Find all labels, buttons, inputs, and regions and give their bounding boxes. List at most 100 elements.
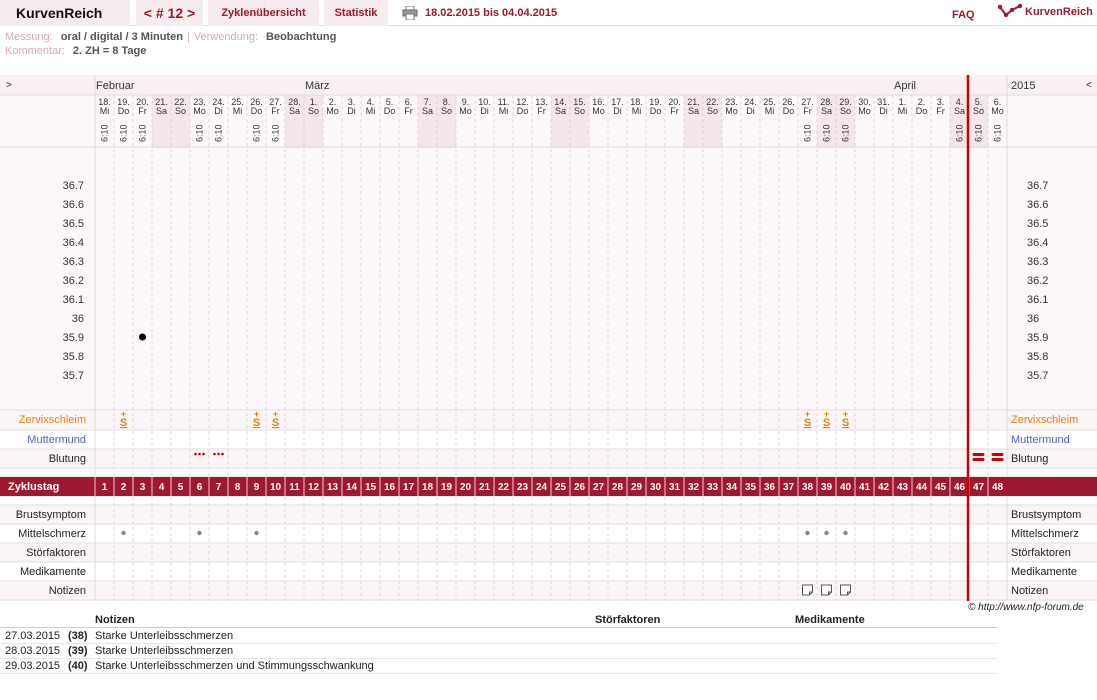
weekday-label: Mi — [632, 106, 642, 116]
weekday-label: Mo — [459, 106, 472, 116]
bleeding-heavy-bar[interactable] — [972, 458, 985, 461]
temperature-point[interactable] — [139, 333, 146, 341]
note-cycle-day: (38) — [68, 630, 88, 642]
note-text: Starke Unterleibsschmerzen und Stimmungs… — [95, 660, 374, 672]
cervix-symbol[interactable]: S — [842, 417, 849, 429]
bleeding-light-dot[interactable] — [202, 452, 205, 456]
note-icon[interactable] — [802, 584, 813, 596]
weekday-label: Sa — [954, 106, 965, 116]
row-band — [0, 581, 1097, 600]
cycle-day-number: 7 — [216, 482, 222, 493]
weekday-label: Mo — [592, 106, 605, 116]
notes-header: Notizen — [95, 614, 135, 626]
printer-icon[interactable] — [402, 6, 418, 20]
cycle-day-number: 29 — [631, 482, 643, 493]
note-text: Starke Unterleibsschmerzen — [95, 645, 234, 657]
cycle-nav-button[interactable]: < # 12 > — [136, 0, 203, 26]
temp-tick-left: 35.7 — [63, 370, 84, 382]
breast-symptom-label-right: Brustsymptom — [1011, 509, 1081, 521]
mittelschmerz-dot[interactable] — [843, 530, 848, 536]
bleeding-heavy-bar[interactable] — [991, 458, 1004, 461]
temp-tick-right: 36.2 — [1027, 275, 1048, 287]
note-icon[interactable] — [840, 584, 851, 596]
note-text: Starke Unterleibsschmerzen — [95, 630, 234, 642]
note-icon[interactable] — [821, 584, 832, 596]
cycle-day-label: Zyklustag — [8, 481, 59, 493]
weekday-label: So — [707, 106, 718, 116]
weekday-label: Do — [118, 106, 130, 116]
bleeding-light-dot[interactable] — [221, 452, 224, 456]
weekday-label: Mo — [858, 106, 871, 116]
weekday-label: Fr — [404, 106, 413, 116]
weekday-label: Sa — [555, 106, 566, 116]
weekday-label: Di — [214, 106, 223, 116]
cervix-label-right: Zervixschleim — [1011, 414, 1078, 426]
cycle-day-number: 35 — [745, 482, 757, 493]
copyright[interactable]: © http://www.nfp-forum.de — [968, 602, 1084, 613]
mittelschmerz-dot[interactable] — [197, 530, 202, 536]
temp-tick-right: 36.7 — [1027, 180, 1048, 192]
disturbances-header: Störfaktoren — [595, 614, 661, 626]
brand-title[interactable]: KurvenReich — [0, 0, 130, 26]
cycle-day-number: 20 — [460, 482, 472, 493]
cycle-day-number: 45 — [935, 482, 947, 493]
measure-time: 6:10 — [252, 124, 262, 142]
mittelschmerz-dot[interactable] — [121, 530, 126, 536]
note-date: 28.03.2015 — [5, 645, 61, 657]
cervix-symbol[interactable]: S — [823, 417, 830, 429]
cervix-symbol[interactable]: S — [804, 417, 811, 429]
note-date: 27.03.2015 — [5, 630, 61, 642]
cycle-overview-tab[interactable]: Zyklenübersicht — [208, 0, 319, 26]
medication-header: Medikamente — [795, 614, 865, 626]
cycle-day-number: 48 — [992, 482, 1004, 493]
mittelschmerz-dot[interactable] — [824, 530, 829, 536]
statistics-tab[interactable]: Statistik — [324, 0, 388, 26]
cycle-day-number: 6 — [197, 482, 203, 493]
weekday-label: Fr — [670, 106, 679, 116]
temp-tick-left: 36.3 — [63, 256, 84, 268]
cycle-day-number: 32 — [688, 482, 700, 493]
cervix-symbol[interactable]: S — [272, 417, 279, 429]
measure-time: 6:10 — [271, 124, 281, 142]
weekday-label: Fr — [138, 106, 147, 116]
cervix-position-label-right: Muttermund — [1011, 434, 1070, 446]
usage-value: Beobachtung — [266, 31, 337, 43]
row-band — [0, 449, 1097, 468]
measurement-line: Messung: oral / digital / 3 Minuten | Verwe… — [5, 31, 337, 43]
cycle-day-number: 33 — [707, 482, 719, 493]
notes-label-right: Notizen — [1011, 585, 1048, 597]
faq-link[interactable]: FAQ — [952, 0, 975, 30]
cervix-symbol[interactable]: S — [253, 417, 260, 429]
mittelschmerz-dot[interactable] — [254, 530, 259, 536]
scroll-right-arrow[interactable]: < — [1086, 80, 1092, 91]
kurvenreich-logo[interactable]: KurvenReich — [997, 3, 1096, 23]
scroll-left-arrow[interactable]: > — [6, 80, 12, 91]
cervix-symbol[interactable]: S — [120, 417, 127, 429]
cycle-day-number: 4 — [159, 482, 165, 493]
cycle-day-number: 25 — [555, 482, 567, 493]
mittelschmerz-dot[interactable] — [805, 530, 810, 536]
bleeding-light-dot[interactable] — [194, 452, 197, 456]
bleeding-light-dot[interactable] — [198, 452, 201, 456]
bleeding-label: Blutung — [49, 453, 86, 465]
weekday-label: Do — [650, 106, 662, 116]
weekday-label: Do — [916, 106, 928, 116]
cycle-day-number: 41 — [859, 482, 871, 493]
weekday-label: Mo — [725, 106, 738, 116]
temp-tick-left: 36.6 — [63, 199, 84, 211]
measure-time: 6:10 — [214, 124, 224, 142]
cycle-day-number: 42 — [878, 482, 890, 493]
bleeding-heavy-bar[interactable] — [991, 453, 1004, 456]
cycle-day-number: 31 — [669, 482, 681, 493]
bleeding-light-dot[interactable] — [213, 452, 216, 456]
cycle-day-number: 24 — [536, 482, 548, 493]
bleeding-heavy-bar[interactable] — [972, 453, 985, 456]
weekday-label: Mi — [499, 106, 509, 116]
cycle-day-number: 11 — [289, 482, 300, 493]
cycle-day-number: 28 — [612, 482, 624, 493]
medication-label-right: Medikamente — [1011, 566, 1077, 578]
bleeding-light-dot[interactable] — [217, 452, 220, 456]
measure-time: 6:10 — [195, 124, 205, 142]
cycle-day-number: 27 — [593, 482, 605, 493]
weekday-label: Mo — [326, 106, 339, 116]
